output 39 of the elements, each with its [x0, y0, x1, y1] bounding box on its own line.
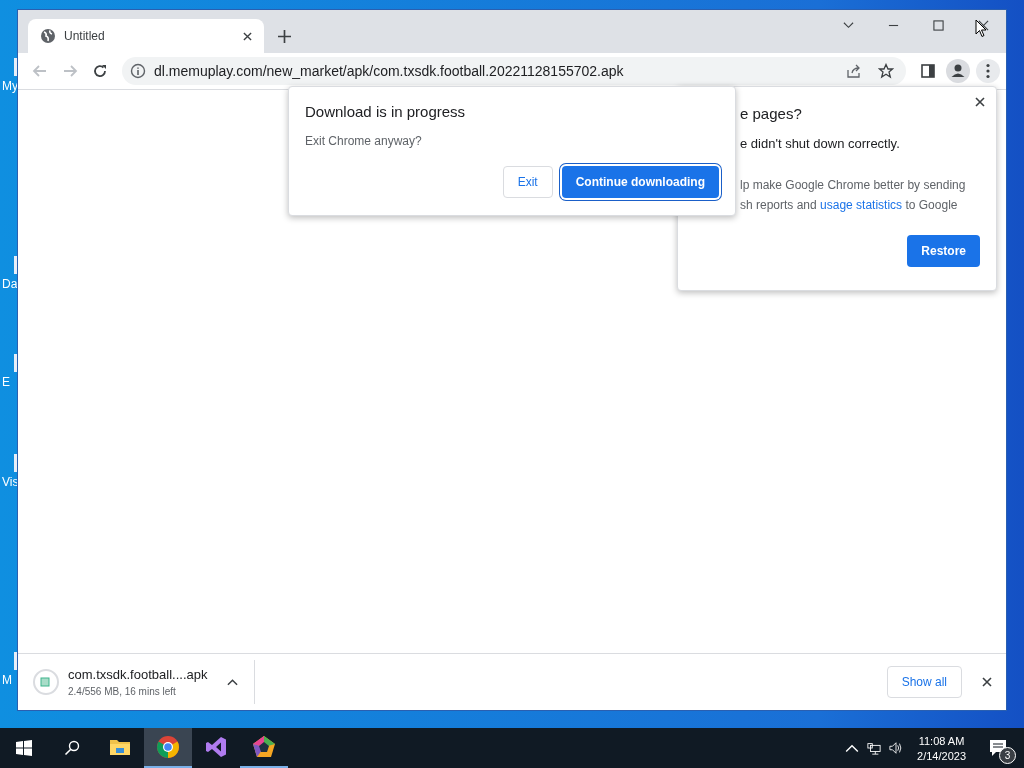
close-icon[interactable] [982, 677, 992, 687]
caret-icon[interactable] [227, 678, 238, 686]
desktop-icon-label: Da [2, 277, 18, 291]
globe-icon [40, 28, 56, 44]
taskbar-app[interactable] [144, 728, 192, 768]
pentagon-app-icon [252, 735, 276, 759]
consent-text: lp make Google Chrome better by sending [740, 177, 967, 194]
new-tab-icon[interactable] [278, 30, 291, 43]
download-file-name: com.txsdk.football....apk [68, 667, 209, 682]
chevron-down-icon[interactable] [843, 20, 854, 31]
usage-statistics-link[interactable]: usage statistics [820, 198, 903, 212]
chrome-icon [156, 735, 180, 759]
download-status: 2.4/556 MB, 16 mins left [68, 686, 177, 697]
close-icon[interactable] [243, 31, 252, 41]
continue-button[interactable]: Continue downloading [561, 166, 719, 198]
cursor-icon [975, 19, 987, 38]
browser-tab[interactable]: Untitled [28, 19, 264, 53]
restore-button[interactable]: Restore [907, 235, 980, 267]
profile-icon[interactable] [946, 59, 970, 83]
dialog-message: Exit Chrome anyway? [305, 134, 423, 148]
desktop-icon-label: E [2, 375, 10, 389]
exit-button[interactable]: Exit [502, 166, 553, 198]
bubble-message: e didn't shut down correctly. [740, 136, 901, 151]
info-icon [130, 63, 146, 79]
dialog-title: Download is in progress [305, 103, 467, 120]
bubble-title: e pages? [740, 105, 803, 122]
consent-text: sh reports and usage statistics to Google [740, 197, 959, 214]
close-icon[interactable] [975, 97, 985, 107]
close-icon[interactable] [978, 20, 989, 31]
desktop-icon-label: M [2, 673, 12, 687]
maximize-icon[interactable] [933, 20, 944, 31]
show-all-button[interactable]: Show all [886, 666, 962, 698]
studio-icon [204, 735, 228, 759]
desktop-icon-label: My [2, 79, 18, 93]
clock[interactable]: 11:08 AM 2/14/2023 [907, 734, 976, 762]
download-progress-icon [32, 668, 60, 696]
address-bar[interactable]: dl.memuplay.com/new_market/apk/com.txsdk.football.20221128155702.apk [122, 57, 906, 85]
notification-count: 3 [999, 747, 1016, 764]
menu-icon[interactable] [976, 59, 1000, 83]
